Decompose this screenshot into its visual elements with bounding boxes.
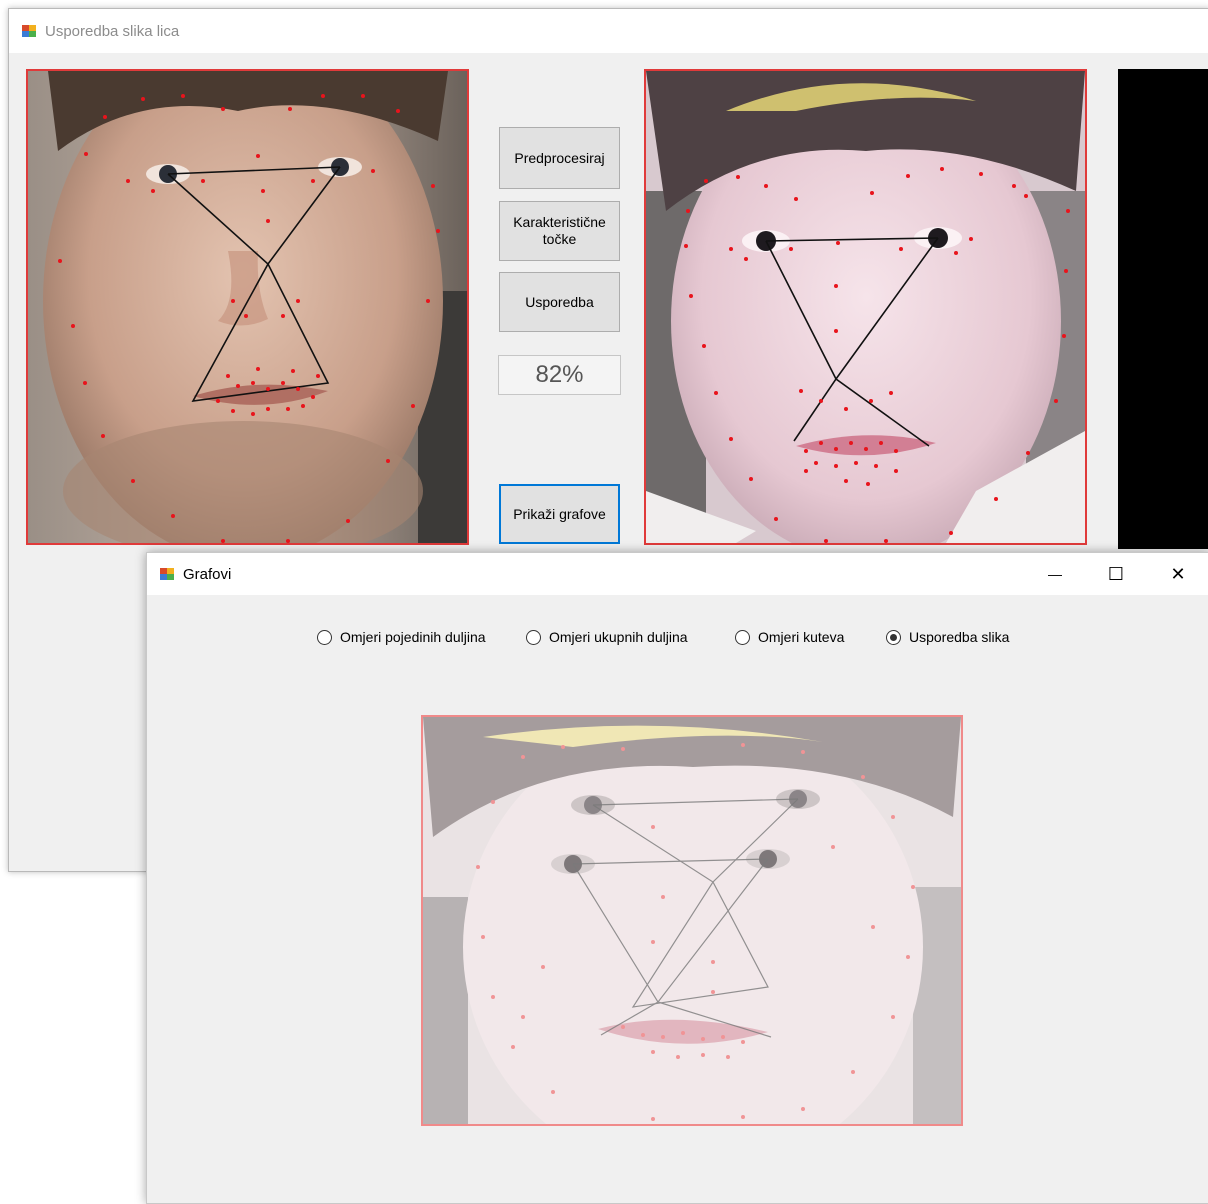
radio-individual-length-ratios[interactable]: Omjeri pojedinih duljina (317, 629, 486, 645)
show-graphs-button-label: Prikaži grafove (513, 505, 606, 522)
maximize-icon: ☐ (1107, 563, 1125, 584)
similarity-result-box: 82% (498, 355, 621, 395)
close-icon: ✕ (1170, 563, 1186, 584)
radio-label: Omjeri pojedinih duljina (340, 629, 486, 645)
image-comparison-overlay (421, 715, 963, 1126)
empty-black-panel (1118, 69, 1208, 549)
landmarks-button[interactable]: Karakteristične točke (499, 201, 620, 261)
preprocess-button-label: Predprocesiraj (514, 149, 605, 166)
radio-image-comparison[interactable]: Usporedba slika (886, 629, 1009, 645)
face-image-left (26, 69, 469, 545)
minimize-icon: — (1048, 566, 1062, 582)
radio-circle-icon (735, 629, 750, 645)
radio-label: Omjeri ukupnih duljina (549, 629, 688, 645)
maximize-button[interactable]: ☐ (1093, 553, 1139, 595)
radio-circle-icon (317, 629, 332, 645)
landmarks-button-label-line1: Karakteristične (513, 214, 606, 230)
radio-selected-icon (886, 629, 901, 645)
graphs-window-title: Grafovi (183, 565, 232, 583)
close-button[interactable]: ✕ (1155, 553, 1201, 595)
compare-button-label: Usporedba (525, 293, 594, 310)
app-icon (22, 25, 36, 37)
landmarks-button-label-line2: točke (542, 231, 577, 247)
preprocess-button[interactable]: Predprocesiraj (499, 127, 620, 189)
radio-angle-ratios[interactable]: Omjeri kuteva (735, 629, 844, 645)
main-titlebar[interactable]: Usporedba slika lica (9, 9, 1208, 53)
radio-total-length-ratios[interactable]: Omjeri ukupnih duljina (526, 629, 688, 645)
radio-label: Omjeri kuteva (758, 629, 845, 645)
similarity-result-value: 82% (535, 361, 584, 388)
show-graphs-button[interactable]: Prikaži grafove (499, 484, 620, 544)
main-window-title: Usporedba slika lica (45, 22, 180, 40)
graphs-app-icon (160, 568, 174, 580)
compare-button[interactable]: Usporedba (499, 272, 620, 332)
radio-label: Usporedba slika (909, 629, 1010, 645)
minimize-button[interactable]: — (1032, 553, 1078, 595)
graph-type-radio-group: Omjeri pojedinih duljina Omjeri ukupnih … (147, 623, 1208, 653)
graphs-window: Grafovi — ☐ ✕ Omjeri pojedinih duljina O… (146, 552, 1208, 1204)
face-image-right (644, 69, 1087, 545)
radio-circle-icon (526, 629, 541, 645)
